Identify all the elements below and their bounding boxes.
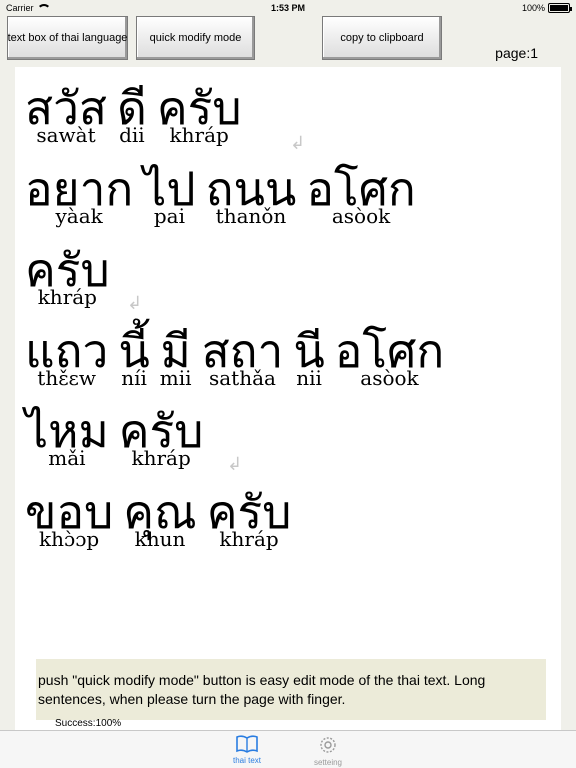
word[interactable]: มี mii (160, 324, 192, 388)
romanization: asòok (331, 204, 391, 228)
romanization: yàak (55, 204, 103, 228)
tab-label: setteing (313, 758, 343, 767)
word[interactable]: ครับ khráp (157, 81, 242, 145)
word[interactable]: ถนน thanǒn (206, 162, 297, 226)
romanization: thɛ̌ɛw (37, 366, 97, 390)
text-line: สวัส sawàt ดี dii ครับ khráp (25, 81, 252, 145)
word[interactable]: อโศก asòok (335, 324, 444, 388)
battery-percent: 100% (521, 3, 545, 13)
romanization: nii (296, 366, 322, 390)
word[interactable]: ดี dii (117, 81, 147, 145)
romanization: níi (121, 366, 147, 390)
hint-message: push "quick modify mode" button is easy … (36, 659, 546, 720)
tab-thai-text[interactable]: thai text (217, 734, 277, 765)
battery-icon (548, 3, 572, 13)
word[interactable]: อโศก asòok (306, 162, 415, 226)
romanization: pai (153, 204, 185, 228)
word[interactable]: คุณ khun (123, 485, 196, 549)
text-line: ไหม mǎi ครับ khráp (25, 404, 213, 468)
word[interactable]: ไป pai (143, 162, 195, 226)
romanization: khun (134, 527, 186, 551)
text-line: ขอบ khɔ̀ɔp คุณ khun ครับ khráp (25, 485, 301, 549)
romanization: khɔ̀ɔp (39, 527, 100, 551)
word[interactable]: สวัส sawàt (25, 81, 107, 145)
romanization: mǎi (48, 446, 86, 470)
word[interactable]: นี nii (293, 324, 324, 388)
tab-setting[interactable]: setteing (298, 734, 358, 767)
word[interactable]: แถว thɛ̌ɛw (25, 324, 108, 388)
word[interactable]: สถา sathǎa (202, 324, 284, 388)
romanization: khráp (169, 123, 229, 147)
romanization: khráp (37, 285, 97, 309)
text-line: อยาก yàak ไป pai ถนน thanǒn อโศก asòok (25, 162, 426, 226)
word[interactable]: นี้ níi (118, 324, 149, 388)
return-mark-icon: ↲ (227, 454, 243, 475)
quick-modify-button[interactable]: quick modify mode (136, 16, 255, 60)
status-right: 100% (521, 0, 572, 16)
thai-text-page[interactable]: สวัส sawàt ดี dii ครับ khráp ↲ อยาก yàak… (15, 67, 561, 730)
romanization: sathǎa (208, 366, 276, 390)
word[interactable]: อยาก yàak (25, 162, 133, 226)
romanization: khráp (131, 446, 191, 470)
romanization: mii (159, 366, 192, 390)
word[interactable]: ครับ khráp (207, 485, 292, 549)
success-status: Success:100% (55, 718, 122, 729)
copy-to-clipboard-button[interactable]: copy to clipboard (322, 16, 442, 60)
word[interactable]: ไหม mǎi (25, 404, 109, 468)
battery-fill (550, 5, 568, 11)
return-mark-icon: ↲ (127, 293, 143, 314)
text-line: ครับ khráp (25, 243, 120, 307)
word[interactable]: ขอบ khɔ̀ɔp (25, 485, 113, 549)
gear-icon (320, 737, 336, 753)
page-indicator: page:1 (495, 45, 538, 61)
status-time: 1:53 PM (270, 3, 305, 13)
tab-bar: thai text setteing (0, 730, 576, 768)
return-mark-icon: ↲ (290, 133, 306, 154)
romanization: dii (119, 123, 145, 147)
romanization: khráp (219, 527, 279, 551)
romanization: sawàt (36, 123, 96, 147)
word[interactable]: ครับ khráp (25, 243, 110, 307)
romanization: thanǒn (215, 204, 287, 228)
text-line: แถว thɛ̌ɛw นี้ níi มี mii สถา sathǎa นี … (25, 324, 454, 388)
book-icon (236, 735, 258, 753)
status-bar: Carrier 1:53 PM 100% (0, 0, 576, 16)
romanization: asòok (360, 366, 419, 390)
tab-label: thai text (232, 756, 261, 765)
word[interactable]: ครับ khráp (119, 404, 204, 468)
text-box-button[interactable]: text box of thai language (7, 16, 128, 60)
